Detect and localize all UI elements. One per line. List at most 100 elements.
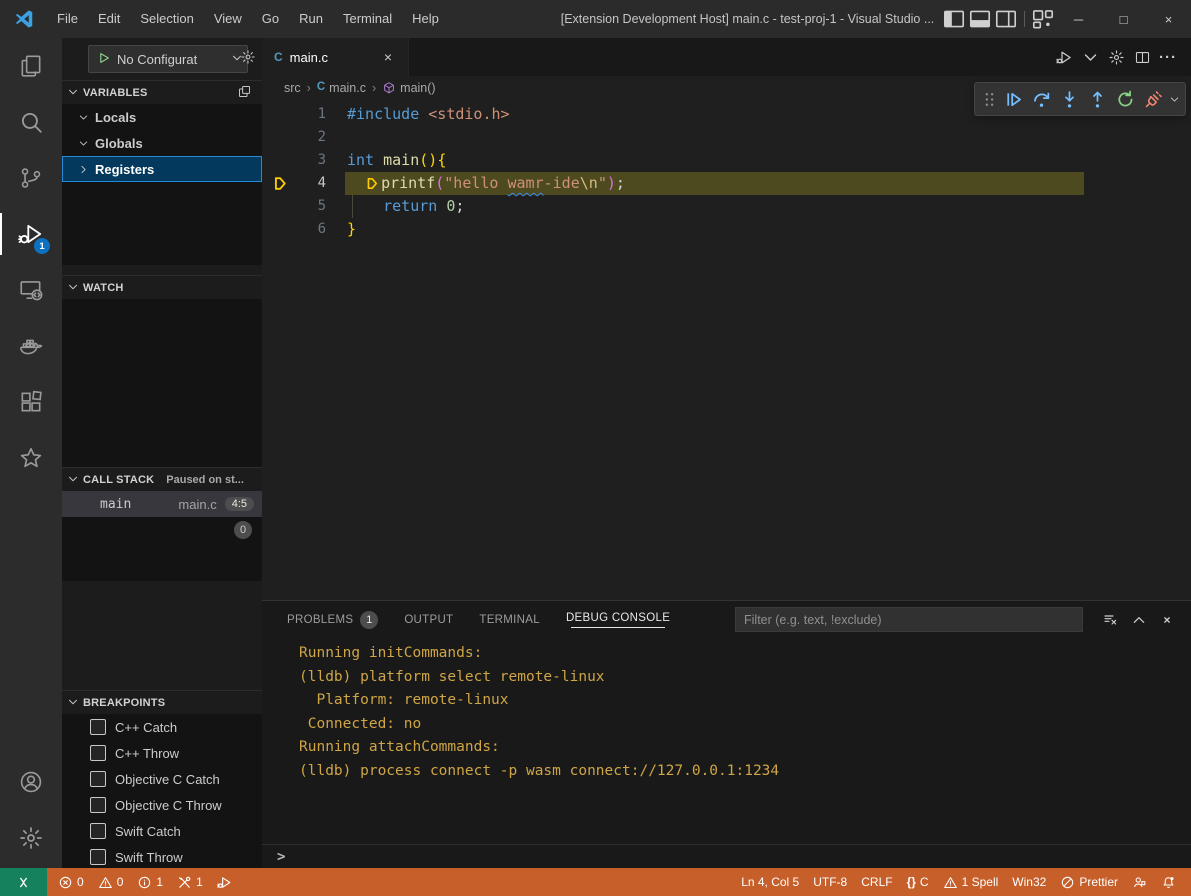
- breakpoint-swift-throw[interactable]: Swift Throw: [62, 844, 262, 870]
- status-braces-glyph[interactable]: {}C: [900, 868, 936, 896]
- activity-remote-explorer[interactable]: [0, 262, 62, 318]
- breakpoints-section-header[interactable]: BREAKPOINTS: [62, 690, 262, 715]
- panel-tab-output[interactable]: OUTPUT: [404, 601, 453, 638]
- checkbox[interactable]: [90, 823, 106, 839]
- stack-frame-row[interactable]: main main.c 4:5: [62, 491, 262, 517]
- menu-file[interactable]: File: [47, 0, 88, 38]
- close-button[interactable]: ×: [1146, 0, 1191, 38]
- activity-extensions[interactable]: [0, 374, 62, 430]
- code-area[interactable]: 1#include <stdio.h>23int main(){4 printf…: [262, 100, 1191, 600]
- titlebar-controls: ─ □ ×: [941, 0, 1191, 38]
- menu-terminal[interactable]: Terminal: [333, 0, 402, 38]
- checkbox[interactable]: [90, 797, 106, 813]
- breadcrumb-src[interactable]: src: [284, 81, 301, 95]
- status-bell[interactable]: [1154, 868, 1183, 896]
- copy-icon[interactable]: [237, 84, 252, 102]
- menu-edit[interactable]: Edit: [88, 0, 130, 38]
- status-crlf[interactable]: CRLF: [854, 868, 899, 896]
- start-debug-icon[interactable]: [97, 51, 111, 68]
- launch-config-dropdown[interactable]: No Configurat: [88, 45, 248, 73]
- toggle-panel-icon[interactable]: [967, 0, 993, 38]
- chevron-up-panel-button[interactable]: [1127, 608, 1151, 632]
- debug-continue-button[interactable]: [999, 85, 1027, 113]
- gear-button[interactable]: [1103, 38, 1129, 76]
- breakpoint-label: Swift Catch: [115, 824, 181, 839]
- clear-panel-button[interactable]: [1099, 608, 1123, 632]
- debug-disconnect-button[interactable]: [1139, 85, 1167, 113]
- breadcrumb-main[interactable]: main(): [382, 81, 435, 95]
- watch-section-header[interactable]: WATCH: [62, 275, 262, 300]
- tree-item-globals[interactable]: Globals: [62, 130, 262, 156]
- status-warning[interactable]: 1 Spell: [936, 868, 1006, 896]
- debug-settings-gear-icon[interactable]: [240, 49, 256, 68]
- gutter-glyph-margin[interactable]: [262, 218, 300, 241]
- checkbox[interactable]: [90, 719, 106, 735]
- tree-item-locals[interactable]: Locals: [62, 104, 262, 130]
- activity-account[interactable]: [0, 754, 62, 810]
- tab-close-icon[interactable]: ×: [378, 47, 398, 67]
- gutter-glyph-margin[interactable]: [262, 195, 300, 218]
- debug-run-button[interactable]: [1051, 38, 1077, 76]
- menu-go[interactable]: Go: [252, 0, 289, 38]
- split-button[interactable]: [1129, 38, 1155, 76]
- debug-step-into-button[interactable]: [1055, 85, 1083, 113]
- breakpoint-swift-catch[interactable]: Swift Catch: [62, 818, 262, 844]
- remote-indicator[interactable]: [0, 868, 47, 896]
- panel-tab-problems[interactable]: PROBLEMS1: [287, 601, 378, 638]
- checkbox[interactable]: [90, 745, 106, 761]
- gutter-glyph-margin[interactable]: [262, 172, 300, 195]
- status-ln-4-col-5[interactable]: Ln 4, Col 5: [734, 868, 806, 896]
- activity-source-control[interactable]: [0, 150, 62, 206]
- debug-step-over-button[interactable]: [1027, 85, 1055, 113]
- menu-view[interactable]: View: [204, 0, 252, 38]
- status-slash[interactable]: Prettier: [1053, 868, 1125, 896]
- maximize-button[interactable]: □: [1101, 0, 1146, 38]
- breakpoint-objective-c-catch[interactable]: Objective C Catch: [62, 766, 262, 792]
- debug-filter-input[interactable]: [735, 607, 1083, 632]
- status-win32[interactable]: Win32: [1005, 868, 1053, 896]
- activity-star[interactable]: [0, 430, 62, 486]
- breakpoint-objective-c-throw[interactable]: Objective C Throw: [62, 792, 262, 818]
- status-info[interactable]: 1: [130, 868, 170, 896]
- status-tools[interactable]: 1: [170, 868, 210, 896]
- status-error[interactable]: 0: [51, 868, 91, 896]
- tree-item-registers[interactable]: Registers: [62, 156, 262, 182]
- debug-step-out-button[interactable]: [1083, 85, 1111, 113]
- toggle-sidebar-icon[interactable]: [941, 0, 967, 38]
- activity-settings[interactable]: [0, 810, 62, 866]
- debug-console-input[interactable]: >: [262, 844, 1191, 869]
- status-warning[interactable]: 0: [91, 868, 131, 896]
- panel-tab-terminal[interactable]: TERMINAL: [479, 601, 540, 638]
- status-person[interactable]: [1125, 868, 1154, 896]
- activity-run-debug[interactable]: 1: [0, 206, 62, 262]
- debug-chevron-down-button[interactable]: [1167, 85, 1181, 113]
- breakpoint-c-throw[interactable]: C++ Throw: [62, 740, 262, 766]
- checkbox[interactable]: [90, 849, 106, 865]
- checkbox[interactable]: [90, 771, 106, 787]
- customize-layout-icon[interactable]: [1030, 0, 1056, 38]
- activity-explorer[interactable]: [0, 38, 62, 94]
- status-debug-alt[interactable]: [210, 868, 239, 896]
- gutter-glyph-margin[interactable]: [262, 103, 300, 126]
- panel-tab-debug-console[interactable]: DEBUG CONSOLE: [566, 601, 670, 638]
- activity-search[interactable]: [0, 94, 62, 150]
- more-button[interactable]: ···: [1155, 38, 1181, 76]
- close-panel-button[interactable]: ×: [1155, 608, 1179, 632]
- menu-selection[interactable]: Selection: [130, 0, 203, 38]
- minimize-button[interactable]: ─: [1056, 0, 1101, 38]
- breakpoint-c-catch[interactable]: C++ Catch: [62, 714, 262, 740]
- breadcrumb-main-c[interactable]: Cmain.c: [317, 81, 366, 95]
- variables-section-header[interactable]: VARIABLES: [62, 80, 262, 105]
- gutter-glyph-margin[interactable]: [262, 126, 300, 149]
- chevron-down-button[interactable]: [1077, 38, 1103, 76]
- debug-grip-button[interactable]: [979, 85, 999, 113]
- menu-help[interactable]: Help: [402, 0, 449, 38]
- tab-main-c[interactable]: C main.c ×: [262, 38, 409, 76]
- menu-run[interactable]: Run: [289, 0, 333, 38]
- debug-restart-button[interactable]: [1111, 85, 1139, 113]
- activity-docker[interactable]: [0, 318, 62, 374]
- gutter-glyph-margin[interactable]: [262, 149, 300, 172]
- toggle-secondary-sidebar-icon[interactable]: [993, 0, 1019, 38]
- status-utf-8[interactable]: UTF-8: [806, 868, 854, 896]
- call-stack-section-header[interactable]: CALL STACK Paused on st...: [62, 467, 262, 492]
